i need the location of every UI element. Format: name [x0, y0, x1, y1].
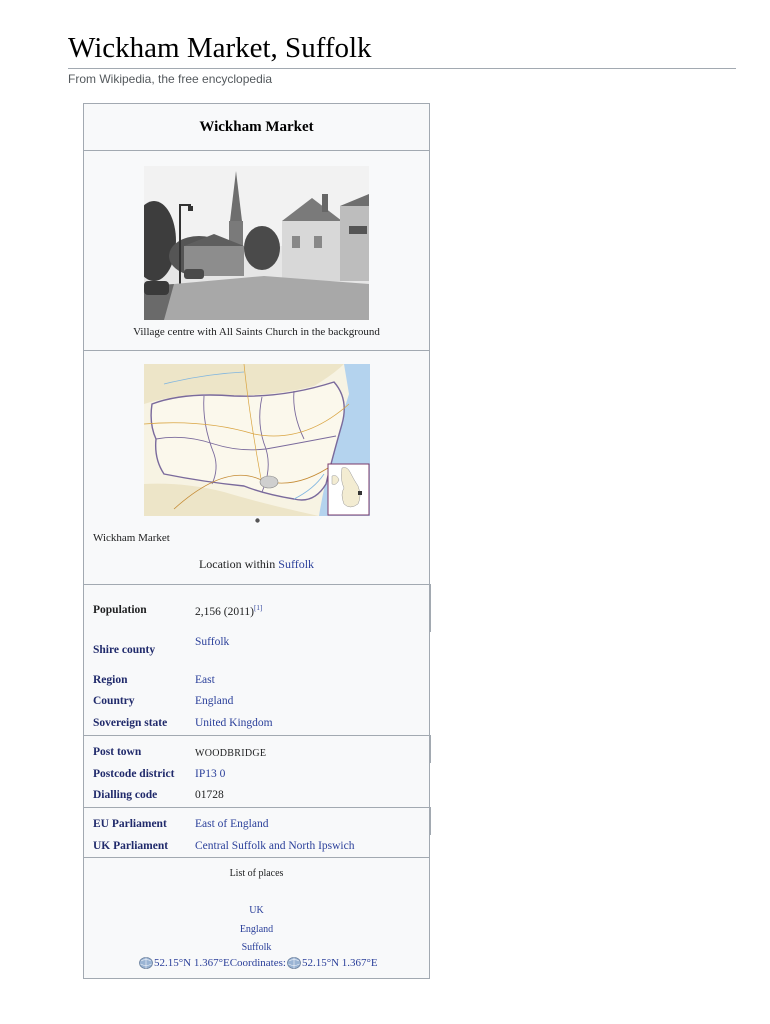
map-caption: Location within Suffolk	[83, 557, 430, 572]
infobox-divider	[83, 807, 430, 808]
infobox-divider	[83, 857, 430, 858]
sovereign-state-label-link[interactable]: Sovereign state	[93, 717, 167, 729]
infobox-divider	[83, 150, 430, 151]
title-divider	[68, 68, 736, 69]
uk-parliament-label-link[interactable]: UK Parliament	[93, 840, 168, 852]
shire-county-value-link[interactable]: Suffolk	[195, 636, 229, 648]
map-marker-label: Wickham Market	[93, 532, 170, 544]
infobox-divider	[83, 350, 430, 351]
region-label-link[interactable]: Region	[93, 674, 128, 686]
uk-parliament-value-link[interactable]: Central Suffolk and North Ipswich	[195, 840, 354, 852]
population-figure: 2,156 (2011)	[195, 605, 254, 618]
suffolk-location-map[interactable]	[144, 364, 370, 516]
dialling-code-label-link[interactable]: Dialling code	[93, 789, 157, 801]
population-label: Population	[93, 604, 147, 616]
postcode-district-value-link[interactable]: IP13 0	[195, 768, 225, 780]
shire-county-label-link[interactable]: Shire county	[93, 644, 155, 656]
coordinates-second-link[interactable]: 52.15°N 1.367°E	[302, 957, 378, 969]
row-border	[83, 584, 84, 632]
country-value-link[interactable]: England	[195, 695, 233, 707]
eu-parliament-value-link[interactable]: East of England	[195, 818, 268, 830]
post-town-value: WOODBRIDGE	[195, 748, 267, 759]
photo-caption: Village centre with All Saints Church in…	[133, 326, 380, 338]
row-border	[430, 735, 431, 763]
map-caption-text: Location within	[198, 557, 279, 571]
population-value: 2,156 (2011)[1]	[195, 604, 262, 618]
globe-icon[interactable]	[286, 956, 302, 970]
place-link-suffolk[interactable]: Suffolk	[83, 942, 430, 953]
dialling-code-value: 01728	[195, 789, 224, 801]
map-caption-suffolk-link[interactable]: Suffolk	[278, 557, 314, 571]
row-border	[83, 807, 84, 835]
globe-icon[interactable]	[138, 956, 154, 970]
list-of-places-heading: List of places	[229, 868, 284, 879]
country-label-link[interactable]: Country	[93, 695, 135, 707]
infobox-title: Wickham Market	[199, 119, 314, 135]
row-border	[83, 735, 84, 763]
site-tagline: From Wikipedia, the free encyclopedia	[68, 72, 273, 86]
page-title: Wickham Market, Suffolk	[68, 32, 372, 64]
post-town-label-link[interactable]: Post town	[93, 746, 141, 758]
coordinates-label-link[interactable]: Coordinates:	[230, 957, 286, 969]
eu-parliament-label-link[interactable]: EU Parliament	[93, 818, 167, 830]
population-reference-link[interactable]: [1]	[254, 604, 262, 612]
coordinates-line: 52.15°N 1.367°E Coordinates: 52.15°N 1.3…	[138, 956, 378, 970]
sovereign-state-value-link[interactable]: United Kingdom	[195, 717, 273, 729]
place-link-uk[interactable]: UK	[83, 905, 430, 916]
coordinates-first-link[interactable]: 52.15°N 1.367°E	[154, 957, 230, 969]
village-centre-photo[interactable]	[144, 166, 369, 320]
postcode-district-label-link[interactable]: Postcode district	[93, 768, 174, 780]
region-value-link[interactable]: East	[195, 674, 215, 686]
place-link-england[interactable]: England	[83, 924, 430, 935]
row-border	[430, 807, 431, 835]
location-dot-icon	[254, 517, 261, 524]
row-border	[430, 584, 431, 632]
infobox-divider	[83, 735, 430, 736]
infobox-divider	[83, 584, 430, 585]
